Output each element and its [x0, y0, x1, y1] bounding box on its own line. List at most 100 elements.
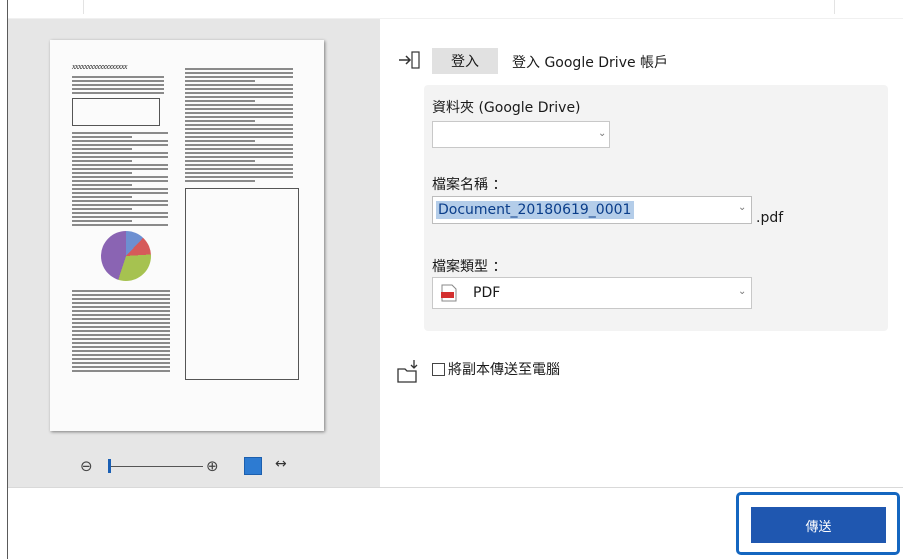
page-text-line [72, 322, 170, 324]
page-text-line [185, 104, 293, 106]
page-text-line [72, 84, 164, 86]
page-text-line [72, 80, 164, 82]
page-text-line [72, 216, 168, 218]
folder-label: 資料夾 (Google Drive) [432, 100, 581, 116]
scanned-page-thumbnail[interactable]: xxxxxxxxxxxxxxxxxx [50, 40, 324, 431]
chevron-down-icon: ⌄ [738, 286, 747, 297]
page-text-line [72, 148, 132, 150]
page-table-small [72, 98, 160, 126]
page-text-line [72, 212, 168, 214]
copy-to-pc-label[interactable]: 將副本傳送至電腦 [448, 359, 560, 379]
page-text-line [72, 88, 164, 90]
filename-extension: .pdf [756, 210, 784, 226]
page-table-large [185, 188, 299, 380]
chevron-down-icon: ⌄ [598, 128, 607, 139]
page-text-line [72, 326, 170, 328]
page-text-line [72, 310, 170, 312]
page-text-line [185, 132, 293, 134]
page-text-line [72, 136, 132, 138]
page-text-line [72, 160, 132, 162]
page-text-line [185, 108, 293, 110]
login-button[interactable]: 登入 [432, 48, 498, 74]
page-text-line [185, 144, 293, 146]
page-text-line [72, 346, 170, 348]
filename-label: 檔案名稱 ： [432, 177, 507, 193]
page-text-line [72, 370, 170, 372]
page-text-line [72, 302, 170, 304]
page-text-line [72, 318, 170, 320]
page-text-line [72, 350, 170, 352]
page-text-line [185, 116, 293, 118]
sign-in-icon [399, 51, 420, 69]
filetype-label: 檔案類型 ： [432, 259, 507, 275]
page-text-line [72, 192, 168, 194]
page-text-line [72, 156, 168, 158]
page-heading: xxxxxxxxxxxxxxxxxx [72, 62, 127, 71]
send-button[interactable]: 傳送 [751, 507, 886, 543]
page-text-line [72, 180, 168, 182]
page-text-line [185, 120, 255, 122]
page-text-line [185, 140, 255, 142]
page-text-line [185, 80, 255, 82]
page-text-line [72, 208, 132, 210]
page-text-line [72, 358, 170, 360]
page-text-line [185, 148, 293, 150]
folder-select[interactable]: ⌄ [432, 121, 610, 148]
page-text-line [72, 354, 170, 356]
page-text-line [185, 68, 293, 70]
page-text-line [185, 96, 293, 98]
page-text-line [72, 144, 168, 146]
page-text-line [72, 172, 132, 174]
page-text-line [72, 366, 170, 368]
destination-settings: 資料夾 (Google Drive) ⌄ 檔案名稱 ： Document_201… [424, 85, 888, 331]
page-text-line [185, 84, 293, 86]
filename-value: Document_20180619_0001 [436, 201, 635, 219]
page-text-line [185, 180, 255, 182]
zoom-slider-thumb[interactable] [108, 459, 111, 473]
zoom-out-icon[interactable]: ⊖ [80, 457, 96, 475]
zoom-toolbar: ⊖ ⊕ ↔ [8, 449, 380, 486]
filetype-select[interactable]: PDF ⌄ [432, 277, 752, 309]
page-text-line [72, 92, 164, 94]
page-text-line [72, 76, 164, 78]
page-text-line [72, 224, 168, 226]
page-text-line [72, 306, 170, 308]
page-text-line [72, 314, 170, 316]
page-text-line [72, 176, 168, 178]
page-text-line [185, 72, 293, 74]
page-text-line [72, 330, 170, 332]
page-text-line [72, 334, 170, 336]
page-text-line [72, 342, 170, 344]
fit-width-icon[interactable]: ↔ [275, 456, 287, 472]
page-text-line [72, 200, 168, 202]
filename-input[interactable]: Document_20180619_0001 ⌄ [432, 196, 752, 224]
page-text-line [185, 156, 293, 158]
save-to-folder-icon [397, 360, 418, 383]
filetype-value: PDF [473, 285, 501, 301]
page-text-line [185, 172, 293, 174]
header-divider [83, 0, 84, 14]
page-text-line [185, 100, 255, 102]
page-text-line [72, 220, 132, 222]
page-text-line [72, 196, 132, 198]
page-text-line [185, 136, 293, 138]
page-text-line [72, 140, 168, 142]
footer-separator [8, 487, 903, 488]
page-text-line [72, 298, 170, 300]
login-account-label: 登入 Google Drive 帳戶 [512, 55, 669, 71]
fit-page-icon[interactable] [244, 457, 262, 475]
page-text-line [185, 168, 293, 170]
page-text-line [185, 152, 293, 154]
page-text-line [72, 294, 170, 296]
pdf-file-icon [441, 284, 457, 302]
chevron-down-icon[interactable]: ⌄ [738, 202, 746, 213]
zoom-slider-track[interactable] [108, 466, 203, 467]
page-text-line [72, 338, 170, 340]
preview-panel: xxxxxxxxxxxxxxxxxx [8, 19, 380, 487]
page-text-line [72, 168, 168, 170]
copy-to-pc-checkbox[interactable] [432, 363, 445, 376]
page-text-line [185, 128, 293, 130]
zoom-in-icon[interactable]: ⊕ [206, 457, 222, 475]
page-text-line [72, 362, 170, 364]
page-text-line [72, 188, 168, 190]
